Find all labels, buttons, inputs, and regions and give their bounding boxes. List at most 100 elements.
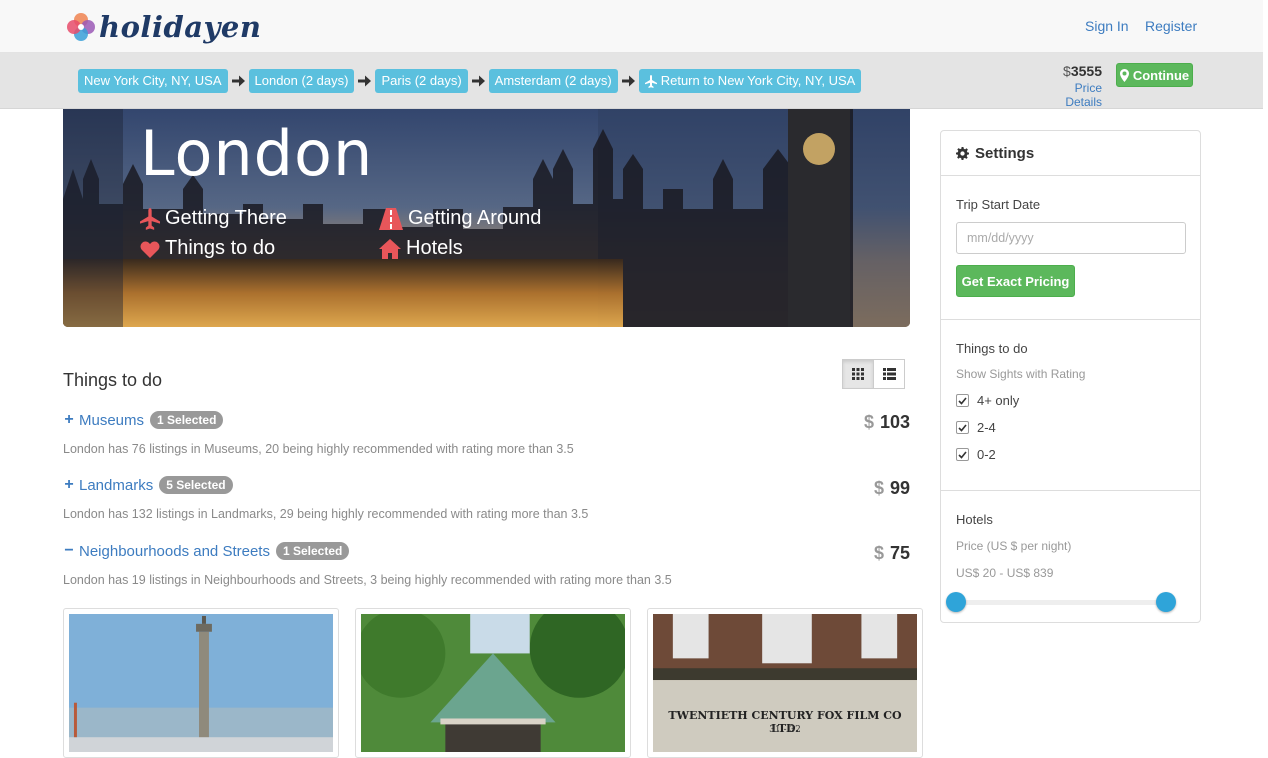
city-title: London xyxy=(140,117,374,190)
logo[interactable]: holidayen xyxy=(66,8,261,46)
flower-logo-icon xyxy=(67,13,95,41)
continue-button[interactable]: Continue xyxy=(1116,63,1193,87)
rating-checkbox[interactable] xyxy=(956,448,969,461)
speakers-corner-image xyxy=(356,599,629,752)
category-row-neighbourhoods: − Neighbourhoods and Streets 1 Selected xyxy=(63,542,350,560)
heart-icon xyxy=(140,241,160,258)
rating-checkbox[interactable] xyxy=(956,421,969,434)
grid-icon xyxy=(852,368,864,380)
hotels-link[interactable]: Hotels xyxy=(379,237,463,260)
settings-title: Settings xyxy=(975,144,1035,162)
get-exact-pricing-button[interactable]: Get Exact Pricing xyxy=(956,265,1075,297)
sight-tile[interactable]: TWENTIETH CENTURY FOX FILM CO LTD. 31 - … xyxy=(647,608,923,758)
rating-option: 2-4 xyxy=(956,414,1185,441)
category-name[interactable]: Museums xyxy=(79,412,144,429)
stop-return-label: Return to New York City, NY, USA xyxy=(660,73,856,88)
check-icon xyxy=(958,396,967,405)
rating-checkbox[interactable] xyxy=(956,394,969,407)
top-header: holidayen Sign In Register xyxy=(0,0,1263,53)
stop-paris[interactable]: Paris (2 days) xyxy=(375,69,468,93)
slider-max-handle[interactable] xyxy=(1156,592,1176,612)
hotel-price-label: Price (US $ per night) xyxy=(956,539,1072,553)
hotel-price-slider[interactable] xyxy=(946,590,1176,614)
register-link[interactable]: Register xyxy=(1145,18,1197,34)
trip-total: $3555 Price Details xyxy=(1040,63,1102,109)
category-price: $103 xyxy=(863,412,910,432)
getting-around-link[interactable]: Getting Around xyxy=(379,207,541,230)
things-to-do-link[interactable]: Things to do xyxy=(140,237,275,260)
list-view-button[interactable] xyxy=(873,359,905,389)
category-name[interactable]: Neighbourhoods and Streets xyxy=(79,543,270,560)
list-icon xyxy=(882,368,896,380)
things-filter-label: Things to do xyxy=(956,341,1028,356)
home-icon xyxy=(379,238,401,259)
stop-london[interactable]: London (2 days) xyxy=(248,69,355,93)
stop-new-york[interactable]: New York City, NY, USA xyxy=(78,69,228,93)
trip-start-date-input[interactable] xyxy=(956,222,1186,254)
category-price: $99 xyxy=(873,478,910,498)
continue-label: Continue xyxy=(1132,67,1190,83)
price-details-link[interactable]: Price Details xyxy=(1040,81,1102,109)
stop-amsterdam[interactable]: Amsterdam (2 days) xyxy=(488,69,618,93)
map-marker-icon xyxy=(1119,68,1129,82)
rating-option: 0-2 xyxy=(956,441,1185,468)
rating-option-label: 0-2 xyxy=(977,447,996,462)
rating-option: 4+ only xyxy=(956,387,1185,414)
things-to-do-hero-label: Things to do xyxy=(165,237,276,259)
plane-icon xyxy=(644,74,657,88)
arrow-right-icon xyxy=(231,69,245,93)
road-icon xyxy=(379,207,403,230)
column-monument-image xyxy=(69,614,333,752)
section-title: Things to do xyxy=(63,370,163,390)
hotels-filter-label: Hotels xyxy=(956,512,993,527)
selected-badge: 5 Selected xyxy=(159,476,233,494)
trip-date-block: Trip Start Date Get Exact Pricing xyxy=(941,176,1200,320)
total-price: $3555 xyxy=(1063,63,1102,79)
expand-icon[interactable]: + xyxy=(63,411,75,429)
category-price: $75 xyxy=(873,543,910,563)
rating-option-label: 4+ only xyxy=(977,393,1020,408)
city-hero-banner: London Getting There Getting Around Thin… xyxy=(63,109,910,327)
slider-min-handle[interactable] xyxy=(946,592,966,612)
check-icon xyxy=(958,450,967,459)
sight-tile[interactable] xyxy=(63,608,339,758)
trip-start-label: Trip Start Date xyxy=(956,197,1041,212)
itinerary-bar: New York City, NY, USA London (2 days) P… xyxy=(0,53,1263,109)
expand-icon[interactable]: + xyxy=(63,476,75,494)
settings-header: Settings xyxy=(941,131,1200,176)
arrow-right-icon xyxy=(621,69,635,93)
slider-track xyxy=(956,600,1166,605)
arrow-right-icon xyxy=(358,69,372,93)
hotels-filter-block: Hotels Price (US $ per night) US$ 20 - U… xyxy=(941,491,1200,614)
arrow-right-icon xyxy=(471,69,485,93)
itinerary-stops: New York City, NY, USA London (2 days) P… xyxy=(78,69,862,93)
category-row-landmarks: + Landmarks 5 Selected xyxy=(63,476,233,494)
category-name[interactable]: Landmarks xyxy=(79,477,153,494)
category-description: London has 19 listings in Neighbourhoods… xyxy=(63,573,672,587)
getting-there-link[interactable]: Getting There xyxy=(140,207,287,230)
category-description: London has 76 listings in Museums, 20 be… xyxy=(63,442,574,456)
settings-panel: Settings Trip Start Date Get Exact Prici… xyxy=(940,130,1201,623)
fox-film-sign-number: 31 - 32 xyxy=(769,725,801,735)
rating-filter-label: Show Sights with Rating xyxy=(956,367,1086,381)
grid-view-button[interactable] xyxy=(842,359,874,389)
view-toggle xyxy=(842,359,905,389)
collapse-icon[interactable]: − xyxy=(63,542,75,560)
rating-option-label: 2-4 xyxy=(977,420,996,435)
getting-around-label: Getting Around xyxy=(408,207,542,229)
getting-there-label: Getting There xyxy=(165,207,287,229)
gear-icon xyxy=(956,146,969,160)
sign-in-link[interactable]: Sign In xyxy=(1085,18,1129,34)
category-row-museums: + Museums 1 Selected xyxy=(63,411,224,429)
selected-badge: 1 Selected xyxy=(150,411,224,429)
brand-name: holidayen xyxy=(99,10,262,44)
sight-tile[interactable] xyxy=(355,599,631,758)
hotel-price-range: US$ 20 - US$ 839 xyxy=(956,566,1054,580)
selected-badge: 1 Selected xyxy=(275,542,350,560)
check-icon xyxy=(958,423,967,432)
stop-return[interactable]: Return to New York City, NY, USA xyxy=(638,69,862,93)
things-filter-block: Things to do Show Sights with Rating 4+ … xyxy=(941,320,1200,491)
hotels-hero-label: Hotels xyxy=(406,237,463,259)
plane-icon xyxy=(140,207,160,230)
category-description: London has 132 listings in Landmarks, 29… xyxy=(63,507,589,521)
